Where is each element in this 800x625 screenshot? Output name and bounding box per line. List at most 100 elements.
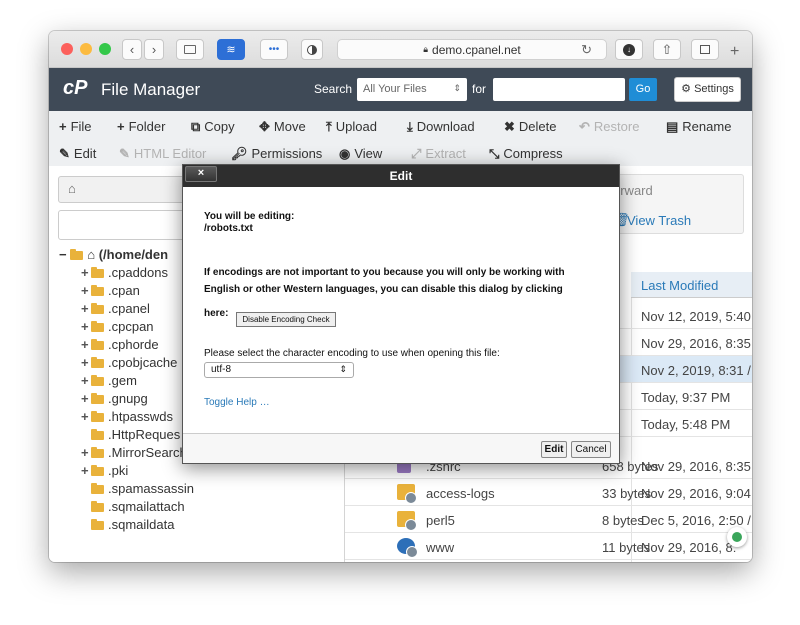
tree-item[interactable]: + .cpaddons — [81, 264, 168, 282]
encoding-select[interactable]: utf-8 ⇕ — [204, 362, 354, 378]
tree-item[interactable]: + .cpan — [81, 282, 140, 300]
dialog-footer: Edit Cancel — [183, 433, 619, 463]
password-extension-button[interactable]: ••• — [260, 39, 288, 60]
new-folder-label: Folder — [128, 119, 166, 134]
downloads-button[interactable]: ↓ — [615, 39, 643, 60]
here-label: here: — [204, 308, 229, 319]
globe-icon — [397, 538, 418, 558]
html-editor-label: HTML Editor — [133, 146, 207, 161]
folder-icon — [91, 267, 104, 278]
download-button[interactable]: ⤓ Download — [407, 119, 475, 135]
address-bar[interactable]: 🔒︎ demo.cpanel.net ↻ — [337, 39, 607, 60]
go-button[interactable]: Go — [629, 78, 657, 101]
select-arrows-icon: ⇕ — [453, 83, 461, 93]
tabs-button[interactable] — [691, 39, 719, 60]
table-row[interactable]: access-logs 33 bytes Nov 29, 2016, 9:04 — [345, 479, 752, 506]
copy-icon: ⧉ — [191, 119, 201, 134]
settings-button[interactable]: ⚙ Settings — [674, 77, 741, 102]
delete-button[interactable]: ✖ Delete — [504, 119, 556, 135]
tree-item-label: .gem — [108, 373, 137, 388]
tree-item[interactable]: .sqmaildata — [91, 516, 174, 534]
dialog-header: × Edit — [183, 165, 619, 187]
html-editor-button[interactable]: ✎ HTML Editor — [119, 146, 206, 162]
tree-item[interactable]: + .cpanel — [81, 300, 150, 318]
chevron-left-icon: ‹ — [129, 42, 135, 57]
new-file-button[interactable]: + File — [59, 119, 92, 134]
folder-icon — [91, 303, 104, 314]
folder-icon — [91, 519, 104, 530]
view-button[interactable]: ◉ View — [339, 146, 382, 162]
compress-button[interactable]: ⤡ Compress — [489, 146, 563, 162]
search-scope-select[interactable]: All Your Files ⇕ — [357, 78, 467, 101]
forward-button[interactable]: › — [144, 39, 164, 60]
extract-label: Extract — [425, 146, 466, 161]
folder-link-icon — [397, 511, 417, 531]
expand-icon: + — [81, 463, 89, 478]
cancel-button[interactable]: Cancel — [571, 441, 611, 458]
rename-button[interactable]: ▤ Rename — [666, 119, 731, 135]
search-input[interactable] — [493, 78, 625, 101]
tree-item[interactable]: + .htpasswds — [81, 408, 173, 426]
close-window-button[interactable] — [61, 43, 73, 55]
shield-icon[interactable] — [727, 527, 747, 547]
permissions-button[interactable]: 🔑︎ Permissions — [231, 146, 322, 162]
move-label: Move — [273, 119, 306, 134]
tree-item[interactable]: + .MirrorSearch — [81, 444, 187, 462]
tree-item-label: .cphorde — [108, 337, 159, 352]
privacy-button[interactable] — [301, 39, 323, 60]
tree-item[interactable]: + .cphorde — [81, 336, 159, 354]
minimize-window-button[interactable] — [80, 43, 92, 55]
cpanel-logo[interactable]: cP — [63, 77, 87, 100]
last-modified-column-header[interactable]: Last Modified — [631, 272, 752, 298]
tabs-icon — [700, 45, 710, 54]
view-trash-link[interactable]: View Trash — [627, 213, 691, 228]
tree-item[interactable]: .HttpReques — [91, 426, 180, 444]
share-icon: ⇧ — [661, 41, 673, 57]
tree-item[interactable]: + .gem — [81, 372, 137, 390]
new-folder-button[interactable]: + Folder — [117, 119, 165, 134]
share-button[interactable]: ⇧ — [653, 39, 681, 60]
browser-toolbar: ‹ › ≋ ••• 🔒︎ demo.cpanel.net ↻ ↓ ⇧ + — [49, 31, 752, 68]
tree-item-label: .pki — [108, 463, 129, 478]
expand-icon: + — [81, 355, 89, 370]
table-row[interactable]: perl5 8 bytes Dec 5, 2016, 2:50 / — [345, 506, 752, 533]
tree-item[interactable]: + .cpobjcache — [81, 354, 177, 372]
tree-item-label: .spamassassin — [108, 481, 194, 496]
close-dialog-button[interactable]: × — [185, 166, 217, 182]
copy-button[interactable]: ⧉ Copy — [191, 119, 235, 135]
name-cell: perl5 — [426, 513, 455, 528]
restore-button[interactable]: ↶ Restore — [579, 119, 639, 135]
home-button[interactable]: ⌂ — [58, 176, 188, 203]
restore-icon: ↶ — [579, 119, 590, 134]
tree-root-label: (/home/den — [98, 247, 169, 262]
encoding-note-line-2: English or other Western languages, you … — [204, 284, 563, 295]
folder-icon — [91, 483, 104, 494]
reload-icon[interactable]: ↻ — [581, 42, 592, 58]
extension-button[interactable]: ≋ — [217, 39, 245, 60]
disable-encoding-check-button[interactable]: Disable Encoding Check — [236, 312, 336, 327]
back-button[interactable]: ‹ — [122, 39, 142, 60]
tree-item[interactable]: .spamassassin — [91, 480, 194, 498]
upload-button[interactable]: ⤒ Upload — [326, 119, 377, 135]
edit-confirm-button[interactable]: Edit — [541, 441, 567, 458]
tree-item[interactable]: + .pki — [81, 462, 128, 480]
tree-item[interactable]: + .cpcpan — [81, 318, 154, 336]
toggle-help-link[interactable]: Toggle Help … — [204, 397, 270, 408]
download-icon: ↓ — [623, 43, 635, 56]
tree-item-label: .cpaddons — [108, 265, 168, 280]
sidebar-toggle-button[interactable] — [176, 39, 204, 60]
new-tab-button[interactable]: + — [730, 43, 739, 61]
tree-item[interactable]: + .gnupg — [81, 390, 148, 408]
tree-item[interactable]: .sqmailattach — [91, 498, 185, 516]
chevron-right-icon: › — [151, 42, 157, 57]
view-label: View — [354, 146, 383, 161]
move-button[interactable]: ✥ Move — [259, 119, 306, 135]
zoom-window-button[interactable] — [99, 43, 111, 55]
page-title: File Manager — [101, 80, 201, 99]
tree-root[interactable]: − ⌂ (/home/den — [59, 246, 168, 264]
extract-button[interactable]: ⤢ Extract — [411, 146, 466, 162]
edit-button[interactable]: ✎ Edit — [59, 146, 96, 162]
folder-icon — [91, 357, 104, 368]
table-row[interactable]: www 11 bytes Nov 29, 2016, 8: — [345, 533, 752, 560]
edit-icon: ✎ — [59, 146, 70, 161]
